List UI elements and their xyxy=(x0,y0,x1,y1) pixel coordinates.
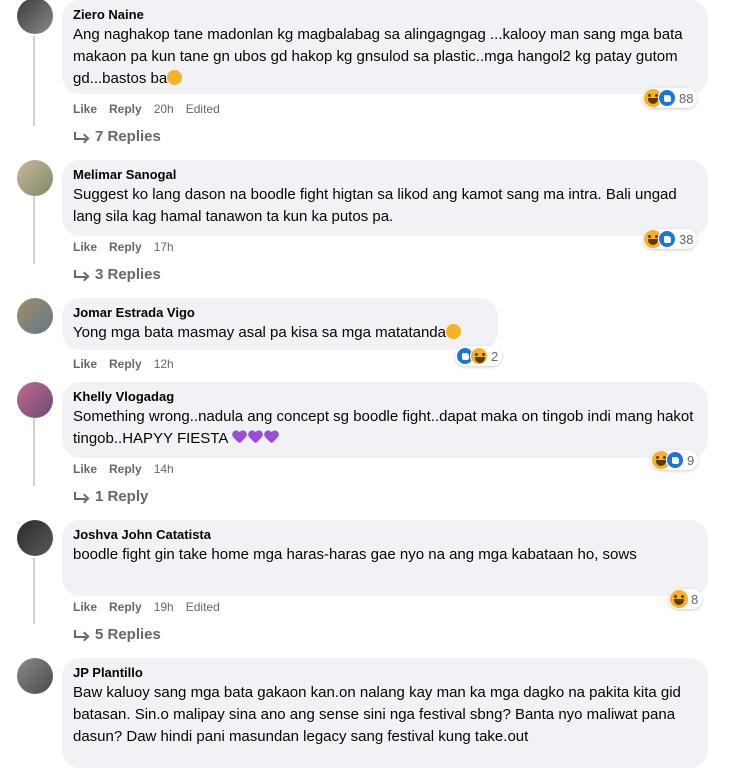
purple-heart-icon xyxy=(264,431,279,445)
view-replies-button[interactable]: 3 Replies xyxy=(73,266,161,283)
comment-actions: Like Reply 17h xyxy=(73,239,174,255)
comment-author[interactable]: Ziero Naine xyxy=(73,6,696,23)
comment-author[interactable]: JP Plantillo xyxy=(73,664,696,681)
comment-bubble: Jomar Estrada Vigo Yong mga bata masmay … xyxy=(62,298,498,350)
reply-button[interactable]: Reply xyxy=(109,239,142,255)
purple-heart-icon xyxy=(248,431,263,445)
comment-actions: Like Reply 12h xyxy=(73,356,174,372)
comment-text-body: Something wrong..nadula ang concept sg b… xyxy=(73,408,694,447)
like-reaction-icon xyxy=(658,89,676,107)
comment-actions: Like Reply 19h Edited xyxy=(73,599,220,615)
timestamp[interactable]: 12h xyxy=(154,356,174,372)
reaction-count: 2 xyxy=(491,348,499,364)
avatar[interactable] xyxy=(17,382,53,418)
avatar[interactable] xyxy=(17,298,53,334)
comment-actions: Like Reply 20h Edited xyxy=(73,101,220,117)
comment-bubble: Khelly Vlogadag Something wrong..nadula … xyxy=(62,382,708,458)
reply-arrow-icon xyxy=(73,269,90,281)
timestamp[interactable]: 14h xyxy=(154,461,174,477)
upside-down-face-emoji-icon xyxy=(167,70,183,85)
comment-author[interactable]: Joshva John Catatista xyxy=(73,526,696,543)
avatar[interactable] xyxy=(17,160,53,196)
reaction-summary[interactable]: 8 xyxy=(669,589,703,609)
haha-reaction-icon xyxy=(670,590,688,608)
haha-reaction-icon xyxy=(470,347,488,365)
comment-actions: Like Reply 14h xyxy=(73,461,174,477)
comment-author[interactable]: Jomar Estrada Vigo xyxy=(73,304,486,321)
reply-button[interactable]: Reply xyxy=(109,101,142,117)
edited-label: Edited xyxy=(185,600,220,614)
reaction-summary[interactable]: 88 xyxy=(643,88,698,108)
comment-bubble: Joshva John Catatista boodle fight gin t… xyxy=(62,520,708,596)
avatar[interactable] xyxy=(17,0,53,34)
timestamp[interactable]: 17h xyxy=(154,239,174,255)
like-reaction-icon xyxy=(666,451,684,469)
replies-label: 3 Replies xyxy=(95,266,161,283)
reaction-count: 38 xyxy=(679,231,694,247)
reply-button[interactable]: Reply xyxy=(109,599,142,615)
reaction-count: 88 xyxy=(679,90,694,106)
timestamp[interactable]: 20h xyxy=(154,101,174,117)
reaction-count: 8 xyxy=(691,591,699,607)
replies-label: 1 Reply xyxy=(95,488,149,505)
comment-bubble: Ziero Naine Ang naghakop tane madonlan k… xyxy=(62,0,708,94)
comment-text: Ang naghakop tane madonlan kg magbalabag… xyxy=(73,24,696,90)
like-button[interactable]: Like xyxy=(73,356,97,372)
replies-label: 5 Replies xyxy=(95,626,161,643)
comment-author[interactable]: Khelly Vlogadag xyxy=(73,388,696,405)
reply-button[interactable]: Reply xyxy=(109,461,142,477)
view-replies-button[interactable]: 5 Replies xyxy=(73,626,161,643)
purple-heart-icon xyxy=(232,431,247,445)
like-button[interactable]: Like xyxy=(73,599,97,615)
thread-line xyxy=(33,196,35,264)
reply-arrow-icon xyxy=(73,629,90,641)
comment-text: Yong mga bata masmay asal pa kisa sa mga… xyxy=(73,322,486,344)
reaction-summary[interactable]: 9 xyxy=(651,450,699,470)
thread-line xyxy=(33,558,35,624)
edited-label: Edited xyxy=(185,102,220,116)
timestamp[interactable]: 19h xyxy=(154,599,174,615)
thread-line xyxy=(33,418,35,486)
reply-button[interactable]: Reply xyxy=(109,356,142,372)
comment-text: boodle fight gin take home mga haras-har… xyxy=(73,546,637,563)
reply-arrow-icon xyxy=(73,131,90,143)
avatar[interactable] xyxy=(17,520,53,556)
reaction-summary[interactable]: 2 xyxy=(455,346,503,366)
comment-text-body: Ang naghakop tane madonlan kg magbalabag… xyxy=(73,26,683,87)
comment-author[interactable]: Melimar Sanogal xyxy=(73,166,696,183)
avatar[interactable] xyxy=(17,658,53,694)
like-button[interactable]: Like xyxy=(73,239,97,255)
reply-arrow-icon xyxy=(73,491,90,503)
comment-bubble: JP Plantillo Baw kaluoy sang mga bata ga… xyxy=(62,658,708,768)
like-button[interactable]: Like xyxy=(73,461,97,477)
thread-line xyxy=(33,36,35,126)
comment-text-body: Yong mga bata masmay asal pa kisa sa mga… xyxy=(73,324,446,341)
comment-bubble: Melimar Sanogal Suggest ko lang dason na… xyxy=(62,160,708,236)
like-reaction-icon xyxy=(658,230,676,248)
tearful-face-emoji-icon xyxy=(446,324,461,339)
comment-text: Baw kaluoy sang mga bata gakaon kan.on n… xyxy=(73,684,681,745)
reaction-count: 9 xyxy=(687,452,695,468)
comment-text: Something wrong..nadula ang concept sg b… xyxy=(73,406,696,450)
replies-label: 7 Replies xyxy=(95,128,161,145)
view-replies-button[interactable]: 7 Replies xyxy=(73,128,161,145)
reaction-summary[interactable]: 38 xyxy=(643,229,698,249)
comment-text: Suggest ko lang dason na boodle fight hi… xyxy=(73,186,677,225)
view-replies-button[interactable]: 1 Reply xyxy=(73,488,148,505)
like-button[interactable]: Like xyxy=(73,101,97,117)
